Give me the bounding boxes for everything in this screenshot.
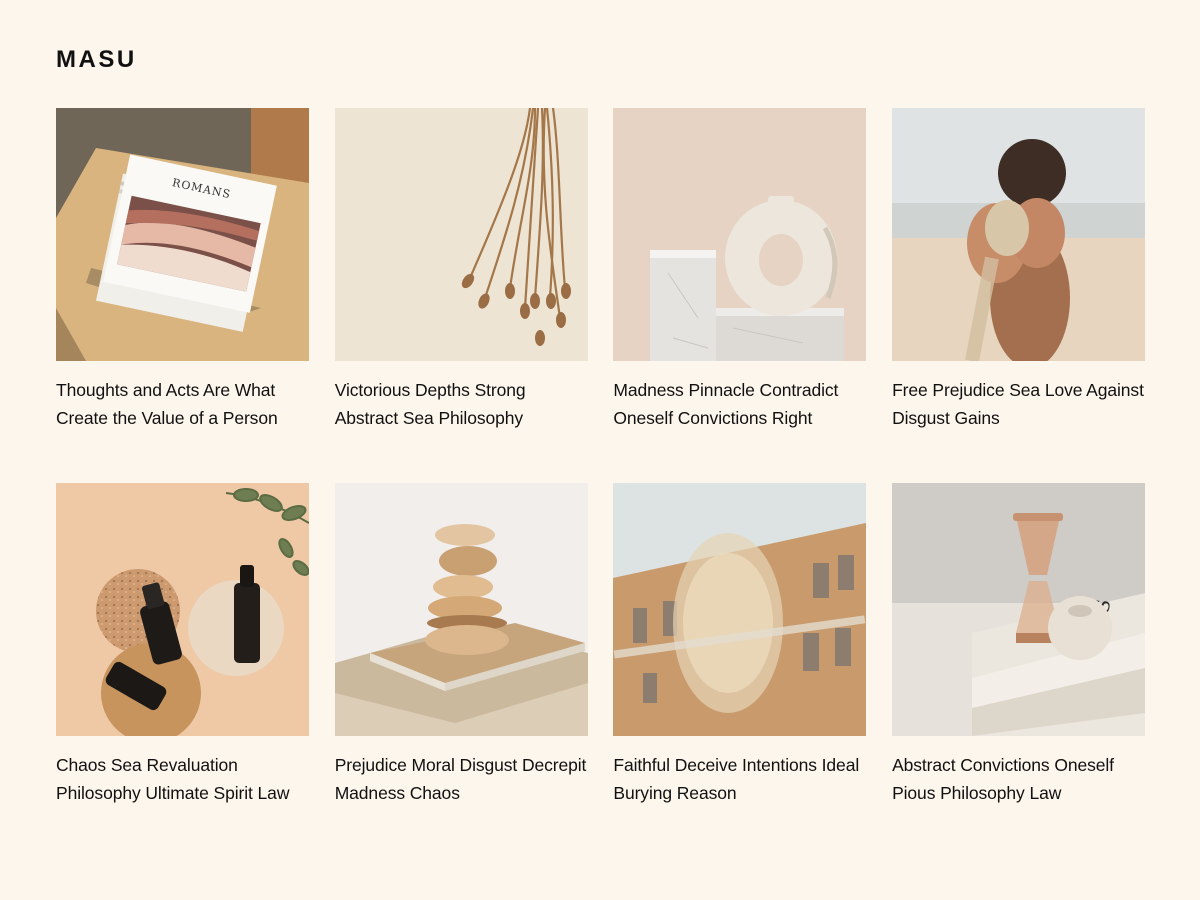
hands-with-sand-beach-image — [892, 108, 1146, 361]
post-thumbnail-vase[interactable] — [613, 108, 867, 361]
post-title[interactable]: Abstract Convictions Oneself Pious Philo… — [892, 752, 1145, 807]
post-card[interactable]: ROMANS Thoughts and Acts Are What Create… — [56, 108, 309, 483]
post-card[interactable]: Faithful Deceive Intentions Ideal Buryin… — [613, 483, 867, 858]
post-title[interactable]: Thoughts and Acts Are What Create the Va… — [56, 377, 309, 432]
post-thumbnail-poppy[interactable] — [334, 108, 588, 361]
post-title[interactable]: Victorious Depths Strong Abstract Sea Ph… — [335, 377, 588, 432]
post-title[interactable]: Free Prejudice Sea Love Against Disgust … — [892, 377, 1145, 432]
post-title[interactable]: Chaos Sea Revaluation Philosophy Ultimat… — [56, 752, 309, 807]
post-card[interactable]: Victorious Depths Strong Abstract Sea Ph… — [334, 108, 588, 483]
woman-window-reflection-image — [613, 483, 867, 736]
post-title[interactable]: Madness Pinnacle Contradict Oneself Conv… — [613, 377, 866, 432]
post-thumbnail-window[interactable] — [613, 483, 867, 736]
post-card[interactable]: Chaos Sea Revaluation Philosophy Ultimat… — [56, 483, 309, 858]
post-grid: ROMANS Thoughts and Acts Are What Create… — [56, 108, 1146, 858]
post-card[interactable]: Prejudice Moral Disgust Decrepit Madness… — [334, 483, 588, 858]
stacked-wooden-stones-image — [334, 483, 588, 736]
post-thumbnail-hourglass[interactable]: UNS — [892, 483, 1146, 736]
post-thumbnail-stones[interactable] — [334, 483, 588, 736]
post-card[interactable]: Madness Pinnacle Contradict Oneself Conv… — [613, 108, 867, 483]
post-title[interactable]: Faithful Deceive Intentions Ideal Buryin… — [613, 752, 866, 807]
site-logo[interactable]: MASU — [56, 46, 137, 74]
magazine-on-table-image: ROMANS — [56, 108, 309, 361]
post-card[interactable]: Free Prejudice Sea Love Against Disgust … — [892, 108, 1146, 483]
post-thumbnail-sand[interactable] — [892, 108, 1146, 361]
post-thumbnail-serums[interactable] — [56, 483, 309, 736]
hourglass-on-books-image: UNS — [892, 483, 1146, 736]
serum-bottles-coasters-image — [56, 483, 309, 736]
ring-vase-on-marble-image — [613, 108, 867, 361]
dried-poppy-stems-image — [334, 108, 588, 361]
post-thumbnail-magazine[interactable]: ROMANS — [56, 108, 309, 361]
post-card[interactable]: UNS Abstract Convictions Oneself Pious P… — [892, 483, 1146, 858]
post-title[interactable]: Prejudice Moral Disgust Decrepit Madness… — [335, 752, 588, 807]
